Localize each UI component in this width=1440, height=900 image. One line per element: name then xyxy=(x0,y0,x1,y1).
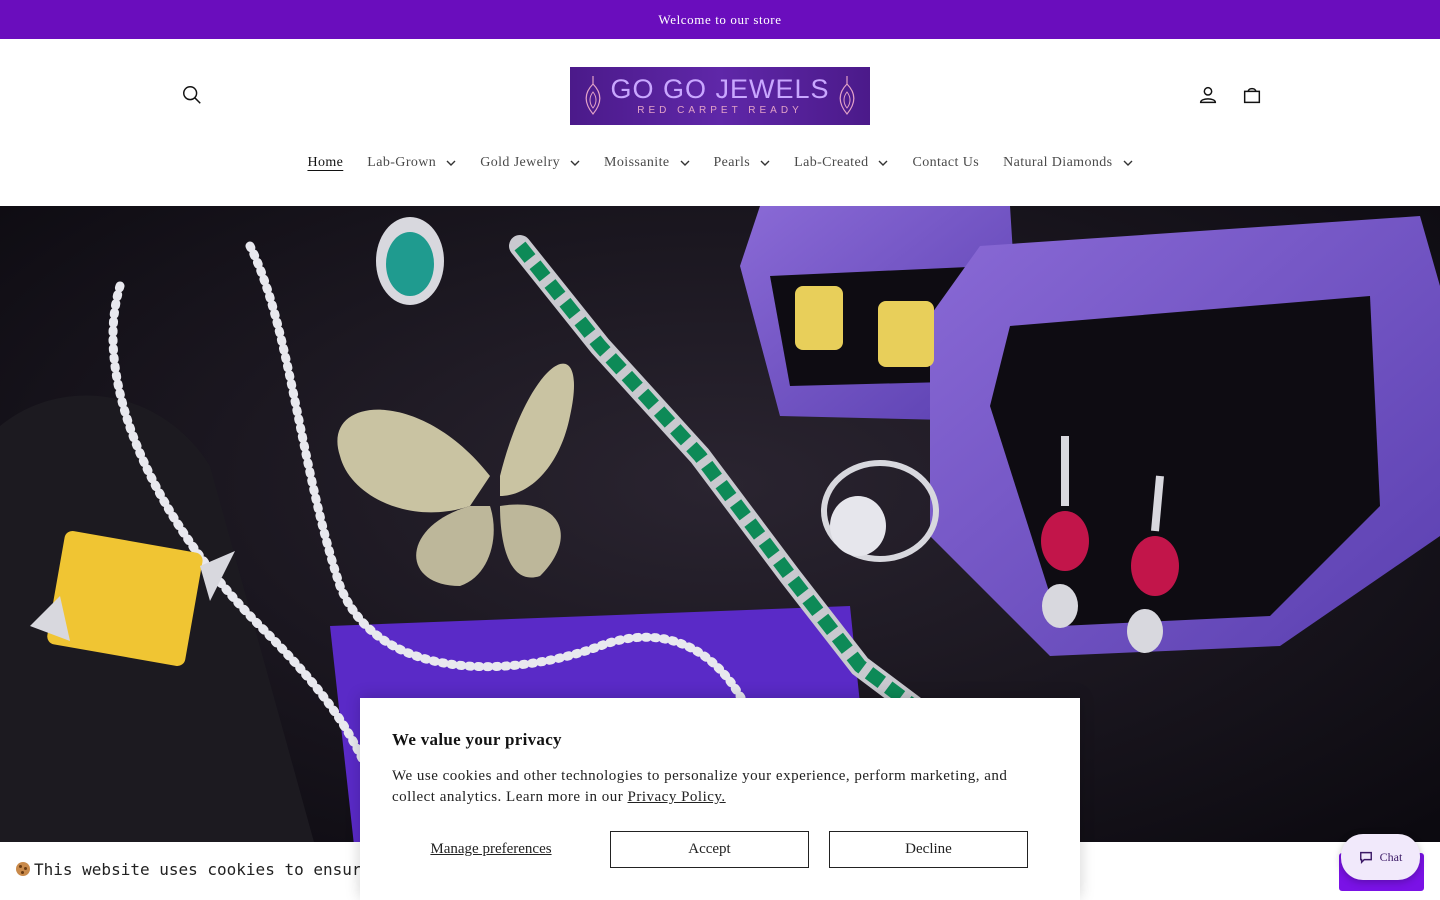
chat-label: Chat xyxy=(1379,849,1403,864)
site-header: GO GO JEWELS RED CARPET READY Home Lab-G… xyxy=(0,39,1440,206)
privacy-title: We value your privacy xyxy=(392,730,562,749)
chevron-down-icon xyxy=(570,158,580,168)
cart-button[interactable] xyxy=(1230,73,1274,117)
search-button[interactable] xyxy=(170,73,214,117)
announcement-bar: Welcome to our store xyxy=(0,0,1440,39)
nav-item-lab-created[interactable]: Lab-Created xyxy=(782,155,900,171)
decline-button[interactable]: Decline xyxy=(829,831,1028,868)
privacy-consent-dialog: We value your privacy We use cookies and… xyxy=(360,698,1080,900)
main-nav: Home Lab-Grown Gold Jewelry Moissanite P… xyxy=(0,143,1440,183)
logo-tagline: RED CARPET READY xyxy=(637,105,803,116)
chat-button[interactable]: Chat xyxy=(1341,834,1420,880)
user-icon xyxy=(1199,86,1217,104)
nav-item-lab-grown[interactable]: Lab-Grown xyxy=(355,155,468,171)
store-logo[interactable]: GO GO JEWELS RED CARPET READY xyxy=(570,67,870,125)
nav-item-home[interactable]: Home xyxy=(295,155,355,171)
earring-ornament-icon xyxy=(585,76,601,115)
nav-item-moissanite[interactable]: Moissanite xyxy=(592,155,701,171)
chevron-down-icon xyxy=(760,158,770,168)
cart-icon xyxy=(1243,87,1261,104)
nav-item-pearls[interactable]: Pearls xyxy=(702,155,783,171)
privacy-description: We use cookies and other technologies to… xyxy=(392,768,1008,805)
privacy-actions: Manage preferences Accept Decline xyxy=(392,831,1048,868)
chevron-down-icon xyxy=(446,158,456,168)
manage-preferences-button[interactable]: Manage preferences xyxy=(392,831,590,868)
account-button[interactable] xyxy=(1186,73,1230,117)
nav-item-gold-jewelry[interactable]: Gold Jewelry xyxy=(468,155,592,171)
logo-title: GO GO JEWELS xyxy=(610,74,830,104)
chevron-down-icon xyxy=(878,158,888,168)
chat-bubble-icon xyxy=(1359,851,1372,864)
cookie-icon xyxy=(16,862,30,876)
chevron-down-icon xyxy=(1123,158,1133,168)
chevron-down-icon xyxy=(680,158,690,168)
privacy-policy-link[interactable]: Privacy Policy. xyxy=(628,789,726,805)
nav-item-contact-us[interactable]: Contact Us xyxy=(900,155,991,171)
search-icon xyxy=(183,86,201,104)
accept-button[interactable]: Accept xyxy=(610,831,809,868)
cookie-notice-text: This website uses cookies to ensure you … xyxy=(34,860,364,879)
nav-item-natural-diamonds[interactable]: Natural Diamonds xyxy=(991,155,1144,171)
announcement-text: Welcome to our store xyxy=(658,11,782,27)
earring-ornament-icon xyxy=(839,76,855,115)
